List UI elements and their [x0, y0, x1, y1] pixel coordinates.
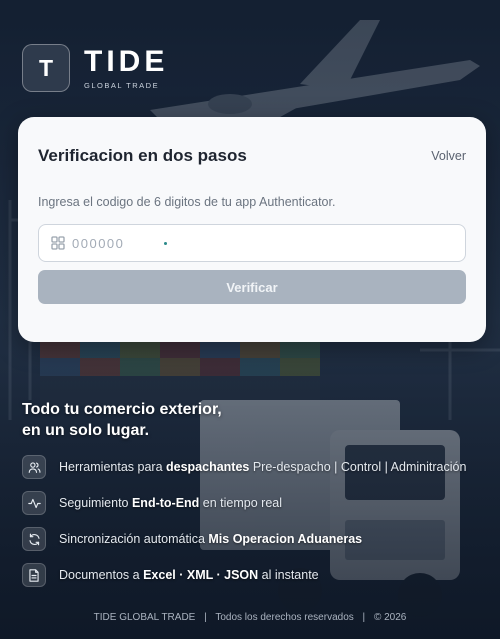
- feature-text: Herramientas para despachantes Pre-despa…: [59, 460, 467, 474]
- card-title: Verificacion en dos pasos: [38, 146, 247, 165]
- code-input[interactable]: [72, 235, 452, 251]
- footer-company: TIDE GLOBAL TRADE: [93, 612, 196, 623]
- brand-header: T TIDE GLOBAL TRADE: [22, 44, 168, 92]
- feature-item-documents: Documentos a Excel · XML · JSON al insta…: [22, 563, 466, 587]
- back-link[interactable]: Volver: [431, 149, 466, 163]
- footer-separator: |: [362, 612, 366, 623]
- tagline: Todo tu comercio exterior, en un solo lu…: [22, 399, 222, 441]
- logo-icon: T: [22, 44, 70, 92]
- activity-icon: [22, 491, 46, 515]
- tagline-line1: Todo tu comercio exterior,: [22, 401, 222, 418]
- footer-rights: Todos los derechos reservados: [215, 612, 354, 623]
- tagline-line2: en un solo lugar.: [22, 422, 150, 439]
- grid-icon: [51, 236, 65, 250]
- footer-copyright: © 2026: [373, 612, 407, 623]
- features-list: Herramientas para despachantes Pre-despa…: [22, 455, 466, 599]
- footer: TIDE GLOBAL TRADE | Todos los derechos r…: [0, 612, 500, 623]
- input-cursor-dot: [164, 242, 167, 245]
- code-field[interactable]: [38, 224, 466, 262]
- verify-button[interactable]: Verificar: [38, 270, 466, 304]
- refresh-icon: [22, 527, 46, 551]
- feature-item-despachantes: Herramientas para despachantes Pre-despa…: [22, 455, 466, 479]
- users-icon: [22, 455, 46, 479]
- document-icon: [22, 563, 46, 587]
- feature-text: Seguimiento End-to-End en tiempo real: [59, 496, 282, 510]
- footer-separator: |: [204, 612, 207, 623]
- brand-name: TIDE: [84, 44, 169, 78]
- feature-item-tracking: Seguimiento End-to-End en tiempo real: [22, 491, 466, 515]
- feature-text: Documentos a Excel · XML · JSON al insta…: [59, 568, 319, 582]
- brand-subtitle: GLOBAL TRADE: [84, 80, 160, 90]
- two-factor-card: Verificacion en dos pasos Volver Ingresa…: [18, 117, 486, 342]
- feature-text: Sincronización automática Mis Operacion …: [59, 532, 363, 546]
- feature-item-sync: Sincronización automática Mis Operacion …: [22, 527, 466, 551]
- card-description: Ingresa el codigo de 6 digitos de tu app…: [38, 195, 336, 209]
